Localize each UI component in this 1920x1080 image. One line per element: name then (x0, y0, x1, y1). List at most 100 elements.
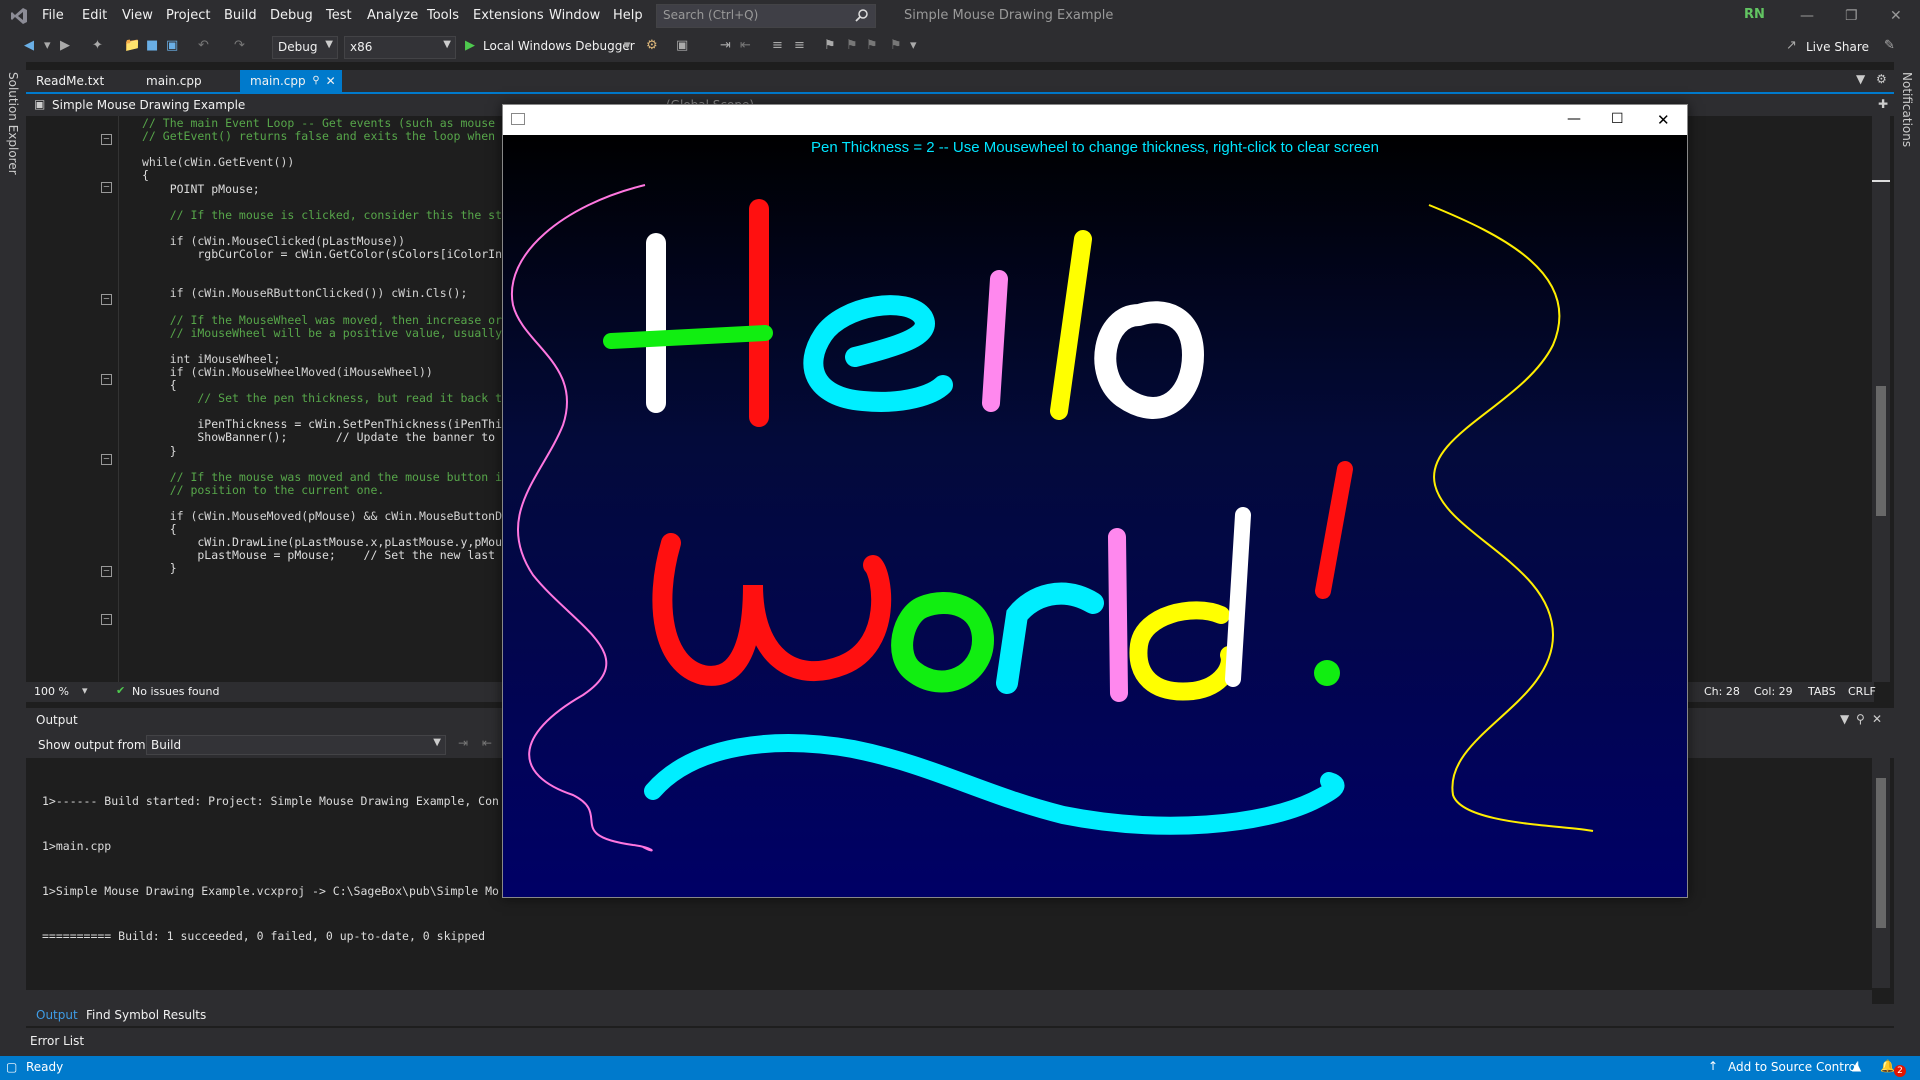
menu-project[interactable]: Project (166, 8, 210, 23)
chevron-down-icon[interactable]: ▾ (624, 39, 638, 53)
outdent-icon[interactable]: ≡ (794, 39, 808, 53)
restore-icon[interactable]: ❐ (1845, 8, 1858, 24)
config-select[interactable]: Debug ▼ (272, 36, 338, 59)
output-scrollbar[interactable] (1872, 758, 1890, 988)
save-all-icon[interactable]: ▣ (166, 39, 180, 53)
pin-icon[interactable]: ⚲ (312, 70, 319, 92)
drawing-window-titlebar[interactable]: — ☐ ✕ (503, 105, 1687, 135)
tab-main-cpp-active[interactable]: main.cpp ⚲ ✕ (240, 70, 342, 92)
open-folder-icon[interactable]: 📁 (124, 39, 140, 53)
output-text[interactable]: 1>------ Build started: Project: Simple … (42, 764, 499, 974)
tab-main-cpp[interactable]: main.cpp (136, 70, 212, 92)
new-item-icon[interactable]: ✦ (92, 39, 106, 53)
split-icon[interactable]: ✚ (1878, 97, 1888, 111)
menu-build[interactable]: Build (224, 8, 257, 23)
error-list-strip: Error List (26, 1028, 1894, 1056)
forward-icon[interactable]: ▶ (60, 39, 74, 53)
letter-l-yellow (1050, 230, 1092, 420)
notification-count-badge: 2 (1894, 1065, 1906, 1077)
overflow-icon[interactable]: ▾ (910, 39, 924, 53)
menu-test[interactable]: Test (326, 8, 352, 23)
drawing-canvas[interactable]: Pen Thickness = 2 -- Use Mousewheel to c… (503, 135, 1687, 897)
tab-readme[interactable]: ReadMe.txt (26, 70, 114, 92)
notifications-tab[interactable]: Notifications (1900, 72, 1914, 147)
tab-list-chevron-icon[interactable]: ▼ (1856, 72, 1865, 86)
chevron-down-icon[interactable]: ▾ (82, 684, 88, 697)
platform-select[interactable]: x86 ▼ (344, 36, 456, 59)
fold-toggle-icon[interactable]: – (101, 294, 112, 305)
zoom-level[interactable]: 100 % (34, 685, 69, 698)
live-share-icon[interactable]: ↗ (1786, 39, 1800, 53)
back-icon[interactable]: ◀ (24, 39, 38, 53)
fold-toggle-icon[interactable]: – (101, 454, 112, 465)
output-hscrollbar[interactable] (26, 990, 1872, 1004)
clear-bookmark-icon[interactable]: ⚑ (890, 39, 904, 53)
find-message-icon[interactable]: ⇥ (458, 736, 468, 750)
live-share-button[interactable]: Live Share (1806, 40, 1869, 54)
close-icon[interactable]: ✕ (1657, 111, 1670, 129)
output-line: 1>------ Build started: Project: Simple … (42, 794, 499, 808)
chevron-up-icon[interactable]: ▲ (1852, 1059, 1861, 1073)
scroll-thumb[interactable] (1876, 778, 1886, 928)
menu-help[interactable]: Help (613, 8, 643, 23)
fold-toggle-icon[interactable]: – (101, 566, 112, 577)
fold-toggle-icon[interactable]: – (101, 134, 112, 145)
close-icon[interactable]: ✕ (1890, 8, 1902, 24)
tab-find-symbol-results[interactable]: Find Symbol Results (86, 1008, 206, 1022)
editor-scrollbar[interactable] (1872, 116, 1890, 682)
run-debugger-button[interactable]: Local Windows Debugger (483, 39, 635, 53)
notification-bell-icon[interactable]: 🔔 (1880, 1059, 1895, 1073)
close-tab-icon[interactable]: ✕ (326, 70, 336, 92)
fold-toggle-icon[interactable]: – (101, 374, 112, 385)
tab-error-list[interactable]: Error List (30, 1034, 84, 1048)
menu-view[interactable]: View (122, 8, 153, 23)
bookmark-icon[interactable]: ⚑ (824, 39, 838, 53)
menu-window[interactable]: Window (549, 8, 600, 23)
letter-r (996, 582, 1104, 694)
scroll-thumb[interactable] (1876, 386, 1886, 516)
output-source-select[interactable]: Build ▼ (146, 735, 446, 755)
menu-debug[interactable]: Debug (270, 8, 313, 23)
dropdown-icon[interactable]: ▾ (44, 39, 58, 53)
maximize-icon[interactable]: ☐ (1611, 111, 1624, 127)
feedback-icon[interactable]: ✎ (1884, 39, 1898, 53)
menu-tools[interactable]: Tools (427, 8, 459, 23)
add-to-source-control-button[interactable]: Add to Source Control (1728, 1060, 1859, 1074)
menu-file[interactable]: File (42, 8, 64, 23)
tab-output[interactable]: Output (36, 1008, 78, 1022)
step-over-icon[interactable]: ⇤ (740, 39, 754, 53)
undo-icon[interactable]: ↶ (198, 39, 212, 53)
right-tool-strip: Notifications (1894, 62, 1920, 1062)
drawing-window[interactable]: — ☐ ✕ Pen Thickness = 2 -- Use Mousewhee… (502, 104, 1688, 898)
redo-icon[interactable]: ↷ (234, 39, 248, 53)
search-input[interactable]: Search (Ctrl+Q) (656, 4, 876, 28)
menu-analyze[interactable]: Analyze (367, 8, 418, 23)
pin-icon[interactable]: ⚲ (1856, 712, 1865, 726)
line-ending-indicator[interactable]: CRLF (1848, 685, 1876, 698)
close-panel-icon[interactable]: ✕ (1872, 712, 1882, 726)
minimize-icon[interactable]: — (1567, 111, 1581, 127)
show-output-label: Show output from: (38, 738, 150, 752)
prev-bookmark-icon[interactable]: ⚑ (846, 39, 860, 53)
project-dropdown[interactable]: Simple Mouse Drawing Example (52, 98, 245, 112)
solution-explorer-tab[interactable]: Solution Explorer (6, 72, 20, 175)
indent-icon[interactable]: ≡ (772, 39, 786, 53)
chevron-down-icon[interactable]: ▼ (1840, 712, 1849, 726)
visual-studio-logo-icon[interactable] (10, 7, 28, 25)
play-icon[interactable]: ▶ (465, 39, 479, 53)
minimize-icon[interactable]: — (1800, 8, 1814, 24)
debug-tools-icon[interactable]: ⚙ (646, 39, 660, 53)
tabs-indicator[interactable]: TABS (1808, 685, 1836, 698)
save-icon[interactable]: ■ (146, 39, 160, 53)
next-bookmark-icon[interactable]: ⚑ (866, 39, 880, 53)
step-icon[interactable]: ⇥ (720, 39, 734, 53)
menu-extensions[interactable]: Extensions (473, 8, 544, 23)
user-avatar[interactable]: RN (1744, 7, 1765, 22)
menu-edit[interactable]: Edit (82, 8, 107, 23)
screenshot-icon[interactable]: ▣ (676, 39, 690, 53)
issues-status[interactable]: No issues found (132, 685, 219, 698)
clear-all-icon[interactable]: ⇤ (482, 736, 492, 750)
settings-gear-icon[interactable]: ⚙ (1876, 72, 1887, 86)
fold-toggle-icon[interactable]: – (101, 182, 112, 193)
fold-toggle-icon[interactable]: – (101, 614, 112, 625)
